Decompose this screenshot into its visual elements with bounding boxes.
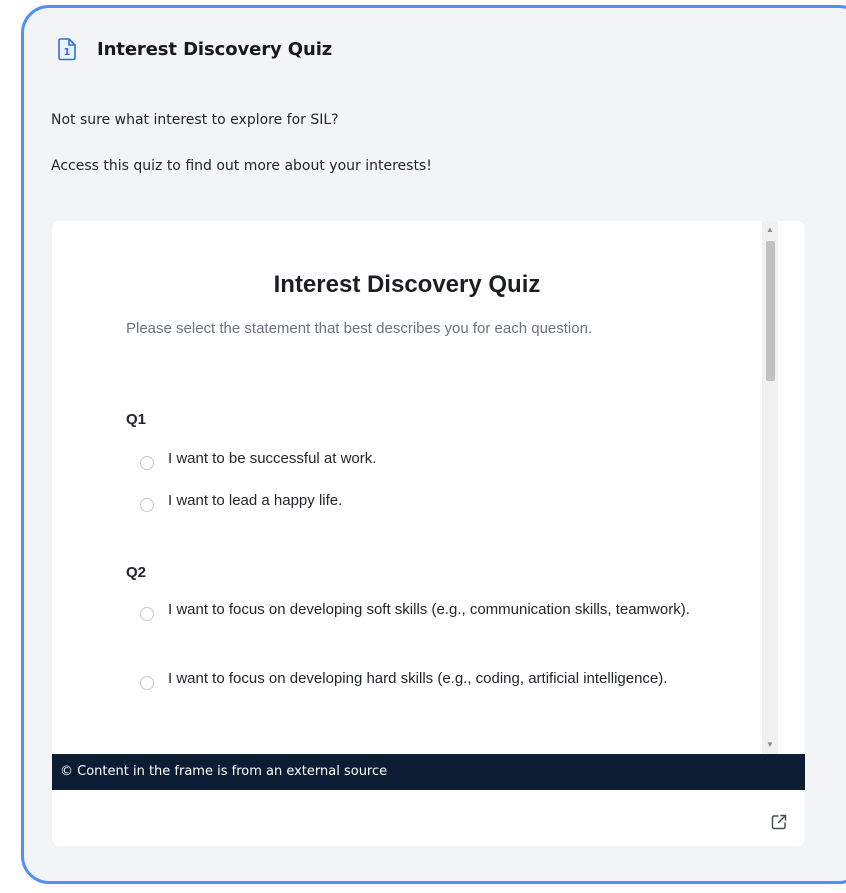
radio-button[interactable] <box>140 498 154 512</box>
iframe-content: Interest Discovery Quiz Please select th… <box>52 221 762 754</box>
quiz-title: Interest Discovery Quiz <box>273 271 541 298</box>
scroll-up-arrow-icon[interactable]: ▲ <box>762 223 778 237</box>
scrollbar-thumb[interactable] <box>766 241 775 381</box>
external-source-notice: © Content in the frame is from an extern… <box>52 754 805 790</box>
q1-option-1[interactable]: I want to be successful at work. <box>140 447 708 471</box>
card-title: Interest Discovery Quiz <box>97 38 333 60</box>
intro-question: Not sure what interest to explore for SI… <box>51 112 339 128</box>
option-label[interactable]: I want to focus on developing soft skill… <box>168 598 708 622</box>
radio-button[interactable] <box>140 676 154 690</box>
question-label-q2: Q2 <box>126 564 147 581</box>
frame-scrollbar[interactable]: ▲ ▼ <box>762 221 778 754</box>
option-label[interactable]: I want to lead a happy life. <box>168 489 708 513</box>
q2-option-2[interactable]: I want to focus on developing hard skill… <box>140 667 708 691</box>
external-link-icon[interactable] <box>770 813 788 831</box>
scroll-down-arrow-icon[interactable]: ▼ <box>762 738 778 752</box>
svg-text:1: 1 <box>64 47 71 58</box>
card-header: 1 Interest Discovery Quiz <box>56 37 332 61</box>
intro-call-to-action: Access this quiz to find out more about … <box>51 158 432 174</box>
radio-button[interactable] <box>140 456 154 470</box>
option-label[interactable]: I want to focus on developing hard skill… <box>168 667 708 691</box>
q2-option-1[interactable]: I want to focus on developing soft skill… <box>140 598 708 622</box>
option-label[interactable]: I want to be successful at work. <box>168 447 708 471</box>
document-number-1-icon: 1 <box>58 38 76 61</box>
radio-button[interactable] <box>140 607 154 621</box>
embedded-quiz-frame: Interest Discovery Quiz Please select th… <box>52 221 805 846</box>
quiz-subtitle: Please select the statement that best de… <box>126 320 593 337</box>
question-label-q1: Q1 <box>126 411 147 428</box>
q1-option-2[interactable]: I want to lead a happy life. <box>140 489 708 513</box>
